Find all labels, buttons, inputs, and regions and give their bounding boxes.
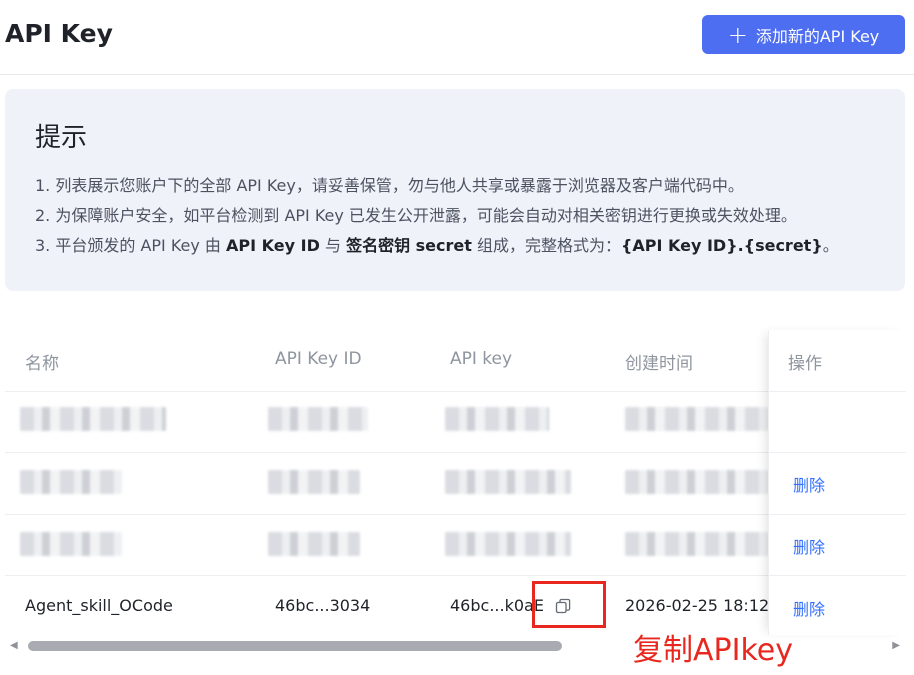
- row-key-id: 46bc...3034: [275, 596, 371, 615]
- row-divider: [769, 575, 906, 576]
- redacted-key-id: [268, 407, 368, 431]
- redacted-key-id: [268, 532, 360, 556]
- copy-highlight-box: [532, 581, 606, 628]
- row-created: 2026-02-25 18:12:: [625, 596, 768, 615]
- row-api-key: 46bc...k0aE: [450, 596, 544, 615]
- row-name: Agent_skill_OCode: [25, 596, 173, 615]
- plus-icon: +: [727, 20, 748, 49]
- column-header-api-key: API key: [450, 349, 513, 369]
- row-divider: [769, 452, 906, 453]
- column-header-actions: 操作: [788, 354, 822, 374]
- column-header-created: 创建时间: [625, 354, 693, 374]
- page-header: API Key + 添加新的API Key: [0, 0, 914, 75]
- scroll-right-arrow-icon[interactable]: ▶: [892, 640, 900, 651]
- tips-title: 提示: [35, 123, 88, 153]
- tip-line-3-part4: 。: [822, 236, 839, 255]
- tip-line-3-part2: 与: [319, 236, 347, 255]
- redacted-api-key: [445, 407, 549, 431]
- column-header-name: 名称: [25, 354, 59, 374]
- redacted-api-key: [445, 470, 571, 494]
- tips-panel: 提示 1. 列表展示您账户下的全部 API Key，请妥善保管，勿与他人共享或暴…: [5, 89, 905, 291]
- row-divider: [5, 391, 768, 392]
- tip-line-3-part1: 3. 平台颁发的 API Key 由: [35, 236, 227, 255]
- redacted-created: [625, 470, 768, 494]
- tip-line-3-part3: 组成，完整格式为：: [471, 236, 621, 255]
- tip-line-1: 1. 列表展示您账户下的全部 API Key，请妥善保管，勿与他人共享或暴露于浏…: [35, 176, 744, 195]
- page-title: API Key: [5, 19, 113, 48]
- add-api-key-label: 添加新的API Key: [755, 26, 880, 46]
- redacted-key-id: [268, 470, 360, 494]
- tip-key-id-bold: API Key ID: [226, 236, 320, 255]
- tip-secret-bold: 签名密钥 secret: [346, 236, 472, 255]
- tip-format-bold: {API Key ID}.{secret}: [620, 236, 823, 255]
- scroll-left-arrow-icon[interactable]: ◀: [10, 640, 18, 651]
- column-header-key-id: API Key ID: [275, 349, 362, 369]
- redacted-name: [20, 532, 122, 556]
- tip-line-3: 3. 平台颁发的 API Key 由 API Key ID 与 签名密钥 sec…: [35, 231, 875, 261]
- delete-link[interactable]: 删除: [793, 596, 825, 620]
- delete-link[interactable]: 删除: [793, 472, 825, 496]
- scrollbar-thumb[interactable]: [28, 641, 562, 651]
- delete-link[interactable]: 删除: [793, 534, 825, 558]
- add-api-key-button[interactable]: + 添加新的API Key: [702, 15, 905, 54]
- row-divider: [5, 575, 768, 576]
- actions-column: 操作 删除 删除 删除: [768, 330, 906, 635]
- redacted-name: [20, 470, 122, 494]
- row-divider: [5, 514, 768, 515]
- redacted-name: [20, 407, 166, 431]
- row-divider: [769, 514, 906, 515]
- redacted-api-key: [445, 532, 571, 556]
- redacted-created: [625, 532, 768, 556]
- api-key-table: 名称 API Key ID API key 创建时间 Agent_skill_O…: [5, 330, 906, 635]
- row-divider: [769, 391, 906, 392]
- tip-line-2: 2. 为保障账户安全，如平台检测到 API Key 已发生公开泄露，可能会自动对…: [35, 206, 797, 225]
- row-divider: [5, 452, 768, 453]
- redacted-created: [625, 407, 768, 431]
- horizontal-scrollbar[interactable]: ◀ ▶: [5, 638, 905, 655]
